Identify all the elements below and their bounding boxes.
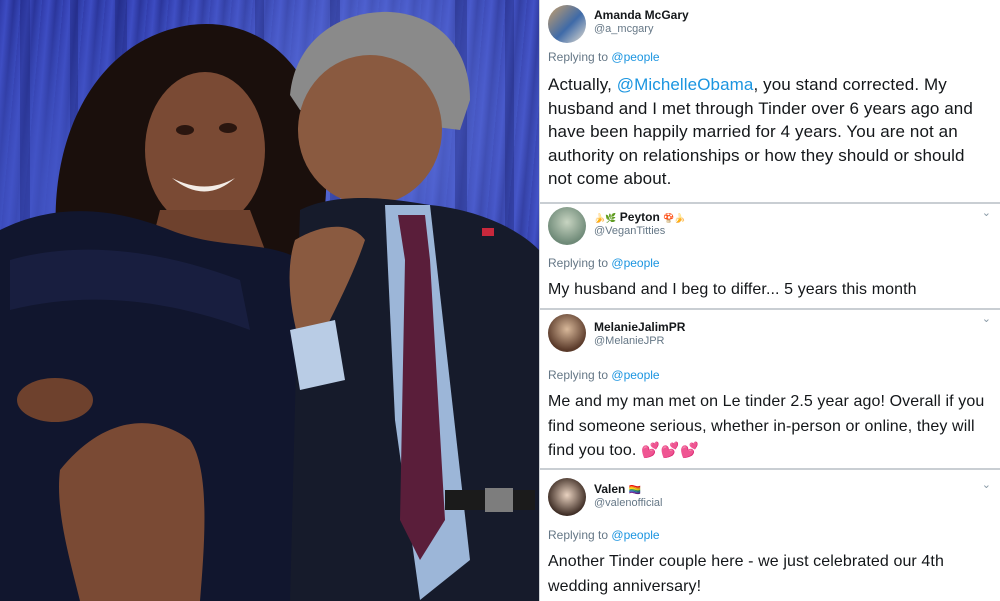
name-emoji: 🏳️‍🌈 bbox=[628, 485, 642, 496]
chevron-down-icon[interactable]: ⌄ bbox=[982, 206, 991, 219]
tweet-text-part: Actually, bbox=[548, 75, 617, 94]
tweet-column: Amanda McGary @a_mcgary Replying to @peo… bbox=[539, 0, 1000, 601]
tweet-text: Me and my man met on Le tinder 2.5 year … bbox=[548, 390, 993, 464]
display-name-text: Valen bbox=[594, 482, 626, 496]
replying-to-line: Replying to @people bbox=[548, 528, 993, 542]
replying-to-mention[interactable]: @people bbox=[611, 256, 659, 270]
avatar[interactable] bbox=[548, 478, 586, 516]
avatar[interactable] bbox=[548, 5, 586, 43]
replying-to-mention[interactable]: @people bbox=[611, 528, 659, 542]
display-name[interactable]: Valen 🏳️‍🌈 bbox=[594, 482, 662, 496]
tweet-card[interactable]: MelanieJalimPR @MelanieJPR ⌄ Replying to… bbox=[540, 310, 1000, 470]
replying-to-mention[interactable]: @people bbox=[611, 368, 659, 382]
tweet-text: Another Tinder couple here - we just cel… bbox=[548, 553, 944, 595]
name-emoji: 🍌🌿 bbox=[594, 213, 617, 223]
replying-to-line: Replying to @people bbox=[548, 368, 993, 382]
mention-link[interactable]: @MichelleObama bbox=[617, 75, 754, 94]
replying-to-label: Replying to bbox=[548, 256, 609, 270]
tweet-card[interactable]: Valen 🏳️‍🌈 @valenofficial ⌄ Replying to … bbox=[540, 470, 1000, 601]
display-name[interactable]: Amanda McGary bbox=[594, 8, 689, 22]
tweet-header: Amanda McGary @a_mcgary bbox=[548, 0, 993, 48]
replying-to-label: Replying to bbox=[548, 528, 609, 542]
tweet-text-part: Me and my man met on Le tinder 2.5 year … bbox=[548, 393, 985, 459]
tweet-card[interactable]: Amanda McGary @a_mcgary Replying to @peo… bbox=[540, 0, 1000, 204]
tweet-header: MelanieJalimPR @MelanieJPR ⌄ bbox=[548, 310, 993, 354]
couple-photo-illustration bbox=[0, 0, 539, 601]
chevron-down-icon[interactable]: ⌄ bbox=[982, 478, 991, 491]
replying-to-mention[interactable]: @people bbox=[611, 50, 659, 64]
display-name[interactable]: 🍌🌿 Peyton 🍄🍌 bbox=[594, 210, 686, 224]
chevron-down-icon[interactable]: ⌄ bbox=[982, 312, 991, 325]
tweet-text: Actually, @MichelleObama, you stand corr… bbox=[548, 73, 993, 191]
user-handle[interactable]: @VeganTitties bbox=[594, 225, 686, 237]
hearts-emoji: 💕💕💕 bbox=[641, 442, 701, 459]
replying-to-line: Replying to @people bbox=[548, 50, 993, 64]
display-name[interactable]: MelanieJalimPR bbox=[594, 320, 685, 334]
user-handle[interactable]: @MelanieJPR bbox=[594, 335, 685, 347]
user-handle[interactable]: @valenofficial bbox=[594, 497, 662, 509]
tweet-text: My husband and I beg to differ... 5 year… bbox=[548, 281, 917, 298]
replying-to-label: Replying to bbox=[548, 50, 609, 64]
replying-to-line: Replying to @people bbox=[548, 256, 993, 270]
avatar[interactable] bbox=[548, 207, 586, 245]
user-handle[interactable]: @a_mcgary bbox=[594, 23, 689, 35]
tweet-card[interactable]: 🍌🌿 Peyton 🍄🍌 @VeganTitties ⌄ Replying to… bbox=[540, 204, 1000, 310]
display-name-text: Peyton bbox=[619, 210, 660, 224]
tweet-header: 🍌🌿 Peyton 🍄🍌 @VeganTitties ⌄ bbox=[548, 204, 993, 248]
name-emoji: 🍄🍌 bbox=[663, 213, 686, 223]
replying-to-label: Replying to bbox=[548, 368, 609, 382]
tweet-header: Valen 🏳️‍🌈 @valenofficial ⌄ bbox=[548, 470, 993, 516]
avatar[interactable] bbox=[548, 314, 586, 352]
couple-photo bbox=[0, 0, 539, 601]
